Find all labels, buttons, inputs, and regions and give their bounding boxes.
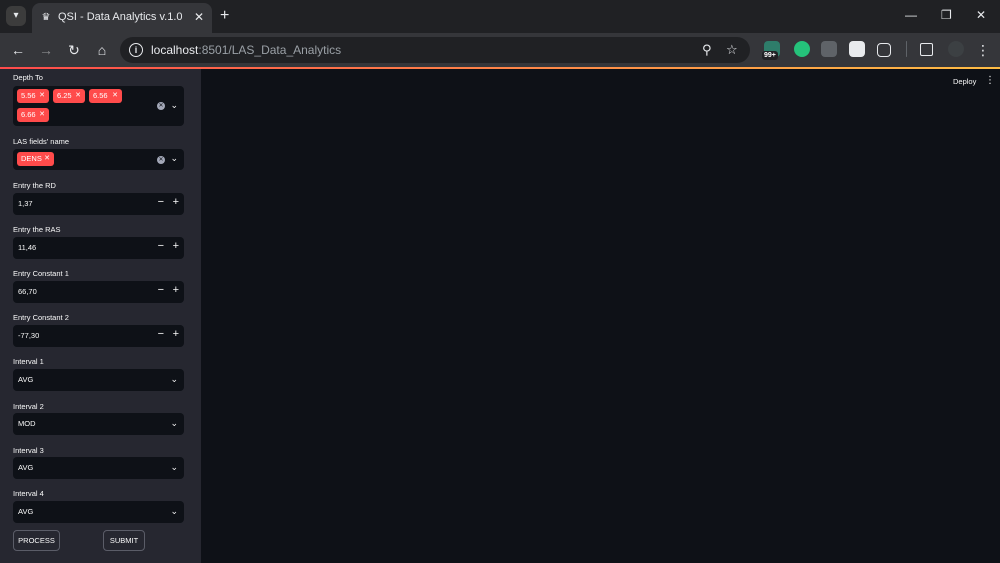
tab-title: QSI - Data Analytics v.1.0 <box>58 11 183 23</box>
url-text[interactable]: localhost:8501/LAS_Data_Analytics <box>151 43 341 57</box>
new-tab-button[interactable]: + <box>220 6 229 26</box>
window-close-button[interactable]: ✕ <box>976 8 986 22</box>
forward-button[interactable]: → <box>37 41 55 59</box>
browser-toolbar: ← → ↻ ⌂ i localhost:8501/LAS_Data_Analyt… <box>0 33 1000 67</box>
depth-to-multiselect[interactable]: 5.56 ✕ 6.25 ✕ 6.56 ✕ 6.66 ✕ ✕ ⌄ <box>13 86 184 126</box>
crown-icon: ♛ <box>41 12 51 23</box>
chevron-down-icon: ▾ <box>13 10 19 21</box>
interval1-label: Interval 1 <box>13 357 44 366</box>
toolbar-divider <box>906 41 907 57</box>
zoom-icon[interactable]: ⚲ <box>702 42 712 58</box>
interval2-select[interactable]: MOD ⌄ <box>13 413 184 435</box>
puzzle-icon[interactable] <box>877 43 891 57</box>
profile-avatar[interactable] <box>948 41 964 57</box>
plus-icon[interactable]: + <box>173 328 179 340</box>
arrow-left-icon: ← <box>11 42 25 58</box>
interval1-value: AVG <box>18 375 34 384</box>
depth-to-label: Depth To <box>13 73 43 82</box>
rd-input[interactable]: 1,37 − + <box>13 193 184 215</box>
arrow-right-icon: → <box>39 42 53 58</box>
submit-button[interactable]: SUBMIT <box>103 530 145 551</box>
minus-icon[interactable]: − <box>158 196 164 208</box>
tab-search-button[interactable]: ▾ <box>6 6 26 26</box>
browser-tab[interactable]: ♛ QSI - Data Analytics v.1.0 ✕ <box>32 3 212 33</box>
interval3-label: Interval 3 <box>13 446 44 455</box>
constant1-value[interactable]: 66,70 <box>18 287 37 296</box>
browser-tabstrip: ▾ ♛ QSI - Data Analytics v.1.0 ✕ + — ❐ ✕ <box>0 0 1000 33</box>
sidebar: Depth To 5.56 ✕ 6.25 ✕ 6.56 ✕ 6.66 ✕ ✕ ⌄… <box>0 69 201 563</box>
close-icon[interactable]: ✕ <box>112 89 118 103</box>
constant2-label: Entry Constant 2 <box>13 313 69 322</box>
minimize-button[interactable]: — <box>905 8 917 22</box>
depth-tag[interactable]: 6.25 ✕ <box>53 89 85 103</box>
reload-icon: ↻ <box>68 42 80 58</box>
clear-icon[interactable]: ✕ <box>157 156 165 164</box>
close-icon[interactable]: ✕ <box>39 108 45 122</box>
deploy-button[interactable]: Deploy <box>953 77 976 86</box>
interval1-select[interactable]: AVG ⌄ <box>13 369 184 391</box>
main-content <box>201 69 1000 563</box>
plus-icon[interactable]: + <box>173 240 179 252</box>
close-icon[interactable]: ✕ <box>39 89 45 103</box>
chevron-down-icon: ⌄ <box>170 418 178 428</box>
minus-icon[interactable]: − <box>158 240 164 252</box>
chevron-down-icon: ⌄ <box>170 506 178 516</box>
main-menu-icon[interactable]: ⋮ <box>985 75 995 86</box>
chevron-down-icon[interactable]: ⌄ <box>170 100 178 111</box>
minus-icon[interactable]: − <box>158 328 164 340</box>
chevron-down-icon[interactable]: ⌄ <box>170 153 178 164</box>
las-field-tag[interactable]: DENS ✕ <box>17 152 54 166</box>
interval4-label: Interval 4 <box>13 489 44 498</box>
constant1-label: Entry Constant 1 <box>13 269 69 278</box>
close-icon[interactable]: ✕ <box>194 10 204 24</box>
home-button[interactable]: ⌂ <box>93 41 111 59</box>
interval4-select[interactable]: AVG ⌄ <box>13 501 184 523</box>
restore-button[interactable]: ❐ <box>941 8 952 22</box>
constant1-input[interactable]: 66,70 − + <box>13 281 184 303</box>
home-icon: ⌂ <box>97 42 107 58</box>
more-vertical-icon: ⋮ <box>976 42 990 58</box>
ras-label: Entry the RAS <box>13 225 61 234</box>
qr-code-icon[interactable] <box>849 41 865 57</box>
interval3-value: AVG <box>18 463 34 472</box>
address-bar[interactable]: i localhost:8501/LAS_Data_Analytics ⚲ ☆ <box>120 37 750 63</box>
plus-icon[interactable]: + <box>173 284 179 296</box>
plus-icon: + <box>220 7 230 24</box>
star-icon[interactable]: ☆ <box>726 42 738 58</box>
interval4-value: AVG <box>18 507 34 516</box>
close-icon[interactable]: ✕ <box>75 89 81 103</box>
extension-badge: 99+ <box>762 51 778 60</box>
extension-icon[interactable] <box>821 41 837 57</box>
chevron-down-icon: ⌄ <box>170 462 178 472</box>
clear-icon[interactable]: ✕ <box>157 102 165 110</box>
process-button[interactable]: PROCESS <box>13 530 60 551</box>
constant2-input[interactable]: -77,30 − + <box>13 325 184 347</box>
plus-icon[interactable]: + <box>173 196 179 208</box>
reload-button[interactable]: ↻ <box>65 41 83 59</box>
interval3-select[interactable]: AVG ⌄ <box>13 457 184 479</box>
las-fields-label: LAS fields' name <box>13 137 70 146</box>
minus-icon[interactable]: − <box>158 284 164 296</box>
browser-menu-button[interactable]: ⋮ <box>974 41 992 59</box>
depth-tag[interactable]: 5.56 ✕ <box>17 89 49 103</box>
las-fields-multiselect[interactable]: DENS ✕ ✕ ⌄ <box>13 149 184 170</box>
rd-value[interactable]: 1,37 <box>18 199 33 208</box>
extension-icon[interactable] <box>794 41 810 57</box>
ras-value[interactable]: 11,46 <box>18 243 36 252</box>
info-icon[interactable]: i <box>129 43 143 57</box>
constant2-value[interactable]: -77,30 <box>18 331 39 340</box>
ras-input[interactable]: 11,46 − + <box>13 237 184 259</box>
depth-tag[interactable]: 6.56 ✕ <box>89 89 122 103</box>
interval2-value: MOD <box>18 419 36 428</box>
depth-tag[interactable]: 6.66 ✕ <box>17 108 49 122</box>
close-icon[interactable]: ✕ <box>44 152 50 166</box>
back-button[interactable]: ← <box>9 41 27 59</box>
chevron-down-icon: ⌄ <box>170 374 178 384</box>
rd-label: Entry the RD <box>13 181 56 190</box>
side-panel-icon[interactable] <box>920 43 933 56</box>
interval2-label: Interval 2 <box>13 402 44 411</box>
